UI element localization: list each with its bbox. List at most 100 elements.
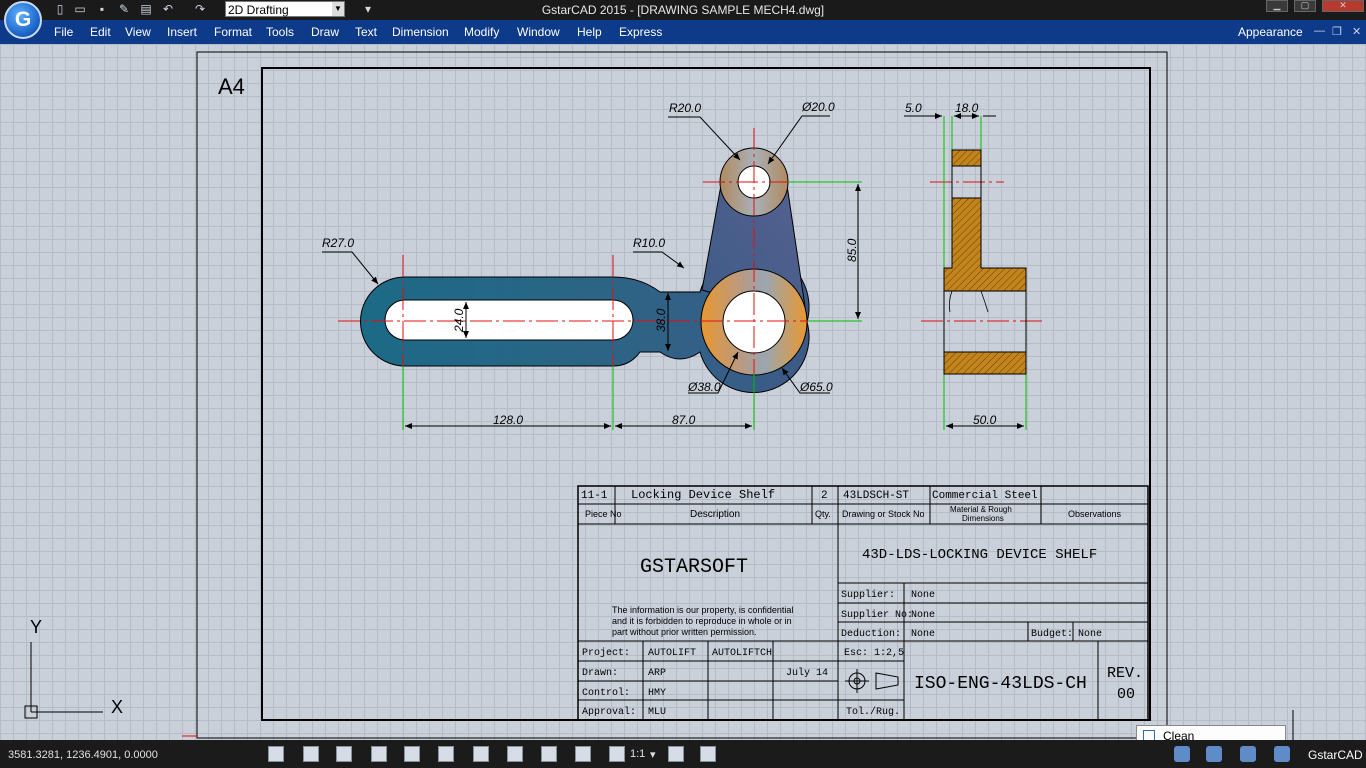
- dynamic-input-icon[interactable]: [507, 746, 523, 762]
- tb-hdr-description: Description: [690, 509, 740, 520]
- dim-24: 24.0: [452, 308, 466, 333]
- supplier-value: None: [911, 590, 935, 601]
- menu-text[interactable]: Text: [355, 25, 377, 39]
- menu-bar: File Edit View Insert Format Tools Draw …: [0, 20, 1366, 44]
- doc-close-icon[interactable]: ✕: [1352, 25, 1361, 38]
- side-view-section: [943, 149, 1027, 375]
- dimension-lines: [322, 113, 1024, 429]
- tb-qty: 2: [821, 490, 828, 502]
- appearance-menu[interactable]: Appearance: [1238, 25, 1303, 39]
- dim-r10: R10.0: [633, 236, 665, 250]
- tb-hdr-qty: Qty.: [815, 509, 831, 519]
- project-value-2: AUTOLIFTCH: [712, 648, 772, 659]
- snap-icon[interactable]: [268, 746, 284, 762]
- dim-d20: Ø20.0: [801, 100, 835, 114]
- polar-icon[interactable]: [371, 746, 387, 762]
- minimize-button[interactable]: ▁: [1266, 0, 1288, 12]
- osnap-icon[interactable]: [404, 746, 420, 762]
- deduction-label: Deduction:: [841, 628, 901, 640]
- drawing-svg: A4 R20.0 Ø20.0 R27.0 R10.0 Ø38.0 Ø65.0 1…: [24, 51, 1294, 740]
- grid-icon[interactable]: [303, 746, 319, 762]
- drawn-value: ARP: [648, 668, 666, 679]
- tb-material: Commercial Steel: [932, 490, 1038, 502]
- drawing-number: ISO-ENG-43LDS-CH: [914, 674, 1087, 694]
- company-name: GSTARSOFT: [640, 556, 748, 579]
- menu-modify[interactable]: Modify: [464, 25, 499, 39]
- doc-minimize-icon[interactable]: —: [1314, 25, 1325, 37]
- lineweight-icon[interactable]: [541, 746, 557, 762]
- confidential-line-3: part without prior written permission.: [612, 627, 757, 637]
- annotation-visibility-icon[interactable]: [668, 746, 684, 762]
- menu-dimension[interactable]: Dimension: [392, 25, 449, 39]
- dim-38: 38.0: [654, 308, 668, 332]
- workspace-switch-icon[interactable]: [1174, 746, 1190, 762]
- tb-piece-no: 11-1: [581, 490, 608, 502]
- ortho-icon[interactable]: [336, 746, 352, 762]
- dim-r20: R20.0: [669, 101, 701, 115]
- project-value-1: AUTOLIFT: [648, 648, 696, 659]
- supplier-label: Supplier:: [841, 589, 895, 601]
- chevron-down-icon[interactable]: ▾: [650, 748, 656, 761]
- approval-label: Approval:: [582, 706, 636, 718]
- dim-18: 18.0: [955, 101, 979, 115]
- bulb-icon[interactable]: [1206, 746, 1222, 762]
- tb-description: Locking Device Shelf: [631, 488, 775, 502]
- dim-d65: Ø65.0: [799, 380, 833, 394]
- drawn-label: Drawn:: [582, 668, 618, 679]
- scale-label: Esc: 1:2,5: [844, 648, 904, 659]
- menu-edit[interactable]: Edit: [90, 25, 111, 39]
- slot: [384, 299, 634, 341]
- dim-85: 85.0: [845, 238, 859, 262]
- supplier-no-label: Supplier No:: [841, 609, 913, 621]
- auto-scale-icon[interactable]: [700, 746, 716, 762]
- link-front-view: [360, 147, 810, 394]
- otrack-icon[interactable]: [438, 746, 454, 762]
- control-value: HMY: [648, 688, 666, 699]
- tb-hdr-piece: Piece No: [585, 509, 622, 519]
- rev-value: 00: [1117, 686, 1135, 703]
- annotation-scale-value[interactable]: 1:1: [630, 748, 645, 760]
- clean-screen-button[interactable]: [1274, 746, 1290, 762]
- menu-draw[interactable]: Draw: [311, 25, 339, 39]
- model-paper-icon[interactable]: [575, 746, 591, 762]
- tb-hdr-dimensions: Dimensions: [962, 514, 1004, 523]
- doc-restore-icon[interactable]: ❐: [1332, 25, 1342, 38]
- annotation-scale-icon[interactable]: [609, 746, 625, 762]
- budget-label: Budget:: [1031, 628, 1073, 640]
- title-bar: G ▯ ▭ ▪ ✎ ▤ ↶ ↷ 2D Drafting ▼ ▾ GstarCAD…: [0, 0, 1366, 39]
- dim-87: 87.0: [672, 413, 696, 427]
- sheet-size-label: A4: [218, 74, 245, 99]
- menu-tools[interactable]: Tools: [266, 25, 294, 39]
- dim-50: 50.0: [973, 413, 997, 427]
- menu-file[interactable]: File: [54, 25, 73, 39]
- menu-help[interactable]: Help: [577, 25, 602, 39]
- drawing-title: 43D-LDS-LOCKING DEVICE SHELF: [862, 547, 1097, 563]
- menu-insert[interactable]: Insert: [167, 25, 197, 39]
- status-bar: 3581.3281, 1236.4901, 0.0000 1:1 ▾ Gstar…: [0, 740, 1366, 768]
- maximize-button[interactable]: ▢: [1294, 0, 1316, 12]
- dim-5: 5.0: [905, 101, 922, 115]
- project-label: Project:: [582, 647, 630, 659]
- tb-stock-no: 43LDSCH-ST: [843, 490, 909, 502]
- confidential-line-2: and it is forbidden to reproduce in whol…: [612, 616, 792, 626]
- tb-hdr-material: Material & Rough: [950, 505, 1012, 514]
- isolate-icon[interactable]: [1240, 746, 1256, 762]
- dim-128: 128.0: [493, 413, 523, 427]
- control-label: Control:: [582, 687, 630, 699]
- deduction-value: None: [911, 629, 935, 640]
- drawing-canvas[interactable]: A4 R20.0 Ø20.0 R27.0 R10.0 Ø38.0 Ø65.0 1…: [0, 44, 1366, 740]
- app-logo-icon[interactable]: G: [4, 1, 42, 39]
- tb-hdr-drawing: Drawing or Stock No: [842, 509, 925, 519]
- approval-value: MLU: [648, 707, 666, 718]
- close-button[interactable]: ✕: [1322, 0, 1364, 12]
- tolerance-symbol: [845, 669, 899, 693]
- menu-window[interactable]: Window: [517, 25, 560, 39]
- drawn-date: July 14: [786, 667, 828, 679]
- menu-format[interactable]: Format: [214, 25, 252, 39]
- menu-express[interactable]: Express: [619, 25, 662, 39]
- dynamic-ucs-icon[interactable]: [473, 746, 489, 762]
- coordinates-readout: 3581.3281, 1236.4901, 0.0000: [8, 749, 158, 761]
- menu-view[interactable]: View: [125, 25, 151, 39]
- dim-r27: R27.0: [322, 236, 354, 250]
- confidential-line-1: The information is our property, is conf…: [612, 605, 793, 615]
